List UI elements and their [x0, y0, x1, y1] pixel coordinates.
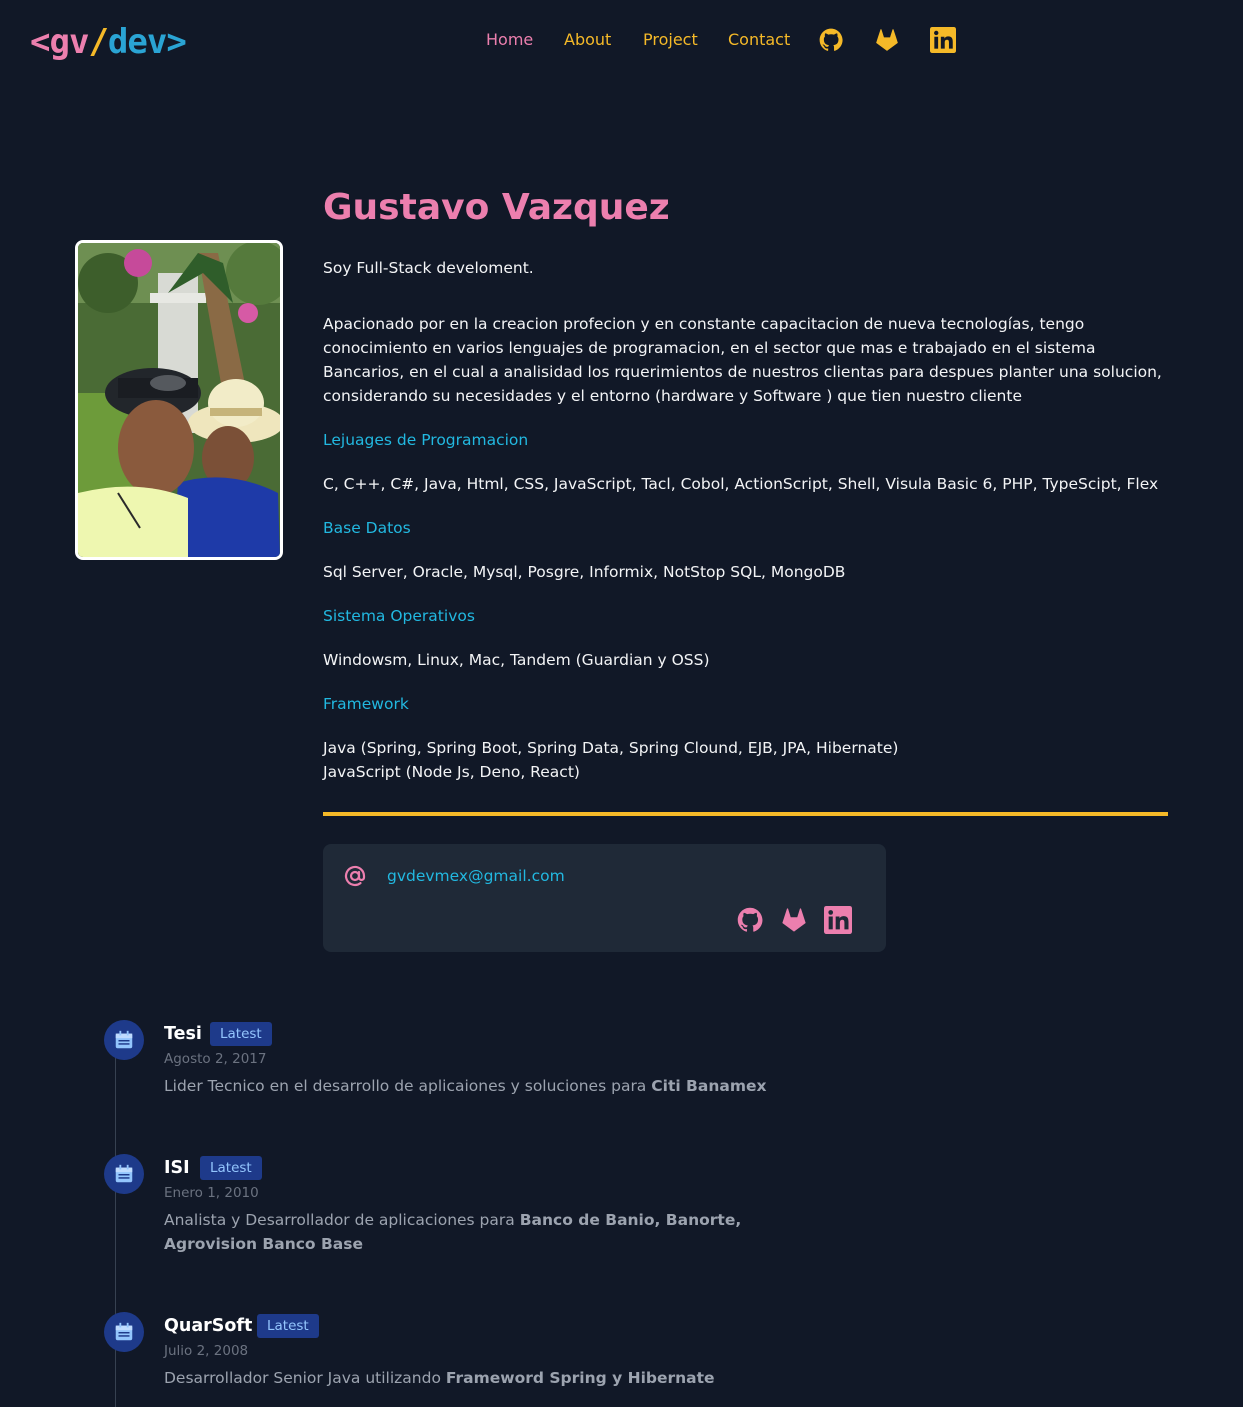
profile-bio: Apacionado por en la creacion profecion …: [323, 315, 1162, 405]
logo-open-bracket: <: [30, 22, 51, 62]
site-logo[interactable]: <gv/dev>: [30, 20, 187, 64]
profile-tagline: Soy Full-Stack develoment.: [323, 259, 534, 277]
linkedin-icon[interactable]: [930, 27, 956, 53]
timeline-line: [115, 1040, 116, 1407]
timeline-date: Enero 1, 2010: [164, 1185, 259, 1201]
timeline-date: Julio 2, 2008: [164, 1343, 249, 1359]
timeline-description: Analista y Desarrollador de aplicaciones…: [164, 1208, 804, 1256]
logo-dev: dev: [107, 22, 167, 62]
profile-name: Gustavo Vazquez: [323, 187, 670, 228]
logo-slash: /: [88, 22, 109, 62]
timeline-desc-client: Frameword Spring y Hibernate: [445, 1369, 715, 1387]
timeline-desc-client: Citi Banamex: [651, 1077, 767, 1095]
timeline-desc-text: Desarrollador Senior Java utilizando: [164, 1369, 446, 1387]
nav-project[interactable]: Project: [643, 26, 698, 54]
section-heading-databases: Base Datos: [323, 519, 411, 537]
section-text-framework-js: JavaScript (Node Js, Deno, React): [323, 763, 580, 781]
timeline-title: QuarSoft: [164, 1316, 253, 1336]
timeline-title: Tesi: [164, 1024, 202, 1044]
page: <gv/dev> Home About Project Contact Gust…: [0, 0, 1243, 1407]
nav-about[interactable]: About: [564, 26, 611, 54]
latest-badge: Latest: [210, 1022, 272, 1046]
logo-gv: gv: [49, 22, 89, 62]
section-text-framework-java: Java (Spring, Spring Boot, Spring Data, …: [323, 739, 899, 757]
latest-badge: Latest: [257, 1314, 319, 1338]
calendar-icon: [104, 1154, 144, 1194]
calendar-icon: [104, 1312, 144, 1352]
timeline-desc-text: Lider Tecnico en el desarrollo de aplica…: [164, 1077, 652, 1095]
logo-close-bracket: >: [166, 22, 187, 62]
profile-photo: [75, 240, 283, 560]
github-icon[interactable]: [818, 27, 844, 53]
section-divider: [323, 812, 1168, 816]
email-link[interactable]: gvdevmex@gmail.com: [387, 864, 565, 888]
section-text-languages: C, C++, C#, Java, Html, CSS, JavaScript,…: [323, 475, 1159, 493]
calendar-icon: [104, 1020, 144, 1060]
section-text-os: Windowsm, Linux, Mac, Tandem (Guardian y…: [323, 651, 710, 669]
nav-contact[interactable]: Contact: [728, 26, 790, 54]
section-heading-languages: Lejuages de Programacion: [323, 431, 529, 449]
timeline-desc-text: Analista y Desarrollador de aplicaciones…: [164, 1211, 520, 1229]
timeline-description: Desarrollador Senior Java utilizando Fra…: [164, 1366, 824, 1390]
section-text-databases: Sql Server, Oracle, Mysql, Posgre, Infor…: [323, 563, 846, 581]
timeline-title: ISI: [164, 1158, 190, 1178]
section-heading-framework: Framework: [323, 695, 409, 713]
linkedin-icon[interactable]: [824, 906, 852, 934]
section-heading-os: Sistema Operativos: [323, 607, 475, 625]
at-icon: [343, 864, 367, 888]
contact-card: gvdevmex@gmail.com: [323, 844, 886, 952]
github-icon[interactable]: [736, 906, 764, 934]
timeline-description: Lider Tecnico en el desarrollo de aplica…: [164, 1074, 824, 1098]
latest-badge: Latest: [200, 1156, 262, 1180]
gitlab-icon[interactable]: [874, 27, 900, 53]
nav-home[interactable]: Home: [486, 26, 533, 54]
gitlab-icon[interactable]: [780, 906, 808, 934]
timeline-date: Agosto 2, 2017: [164, 1051, 267, 1067]
